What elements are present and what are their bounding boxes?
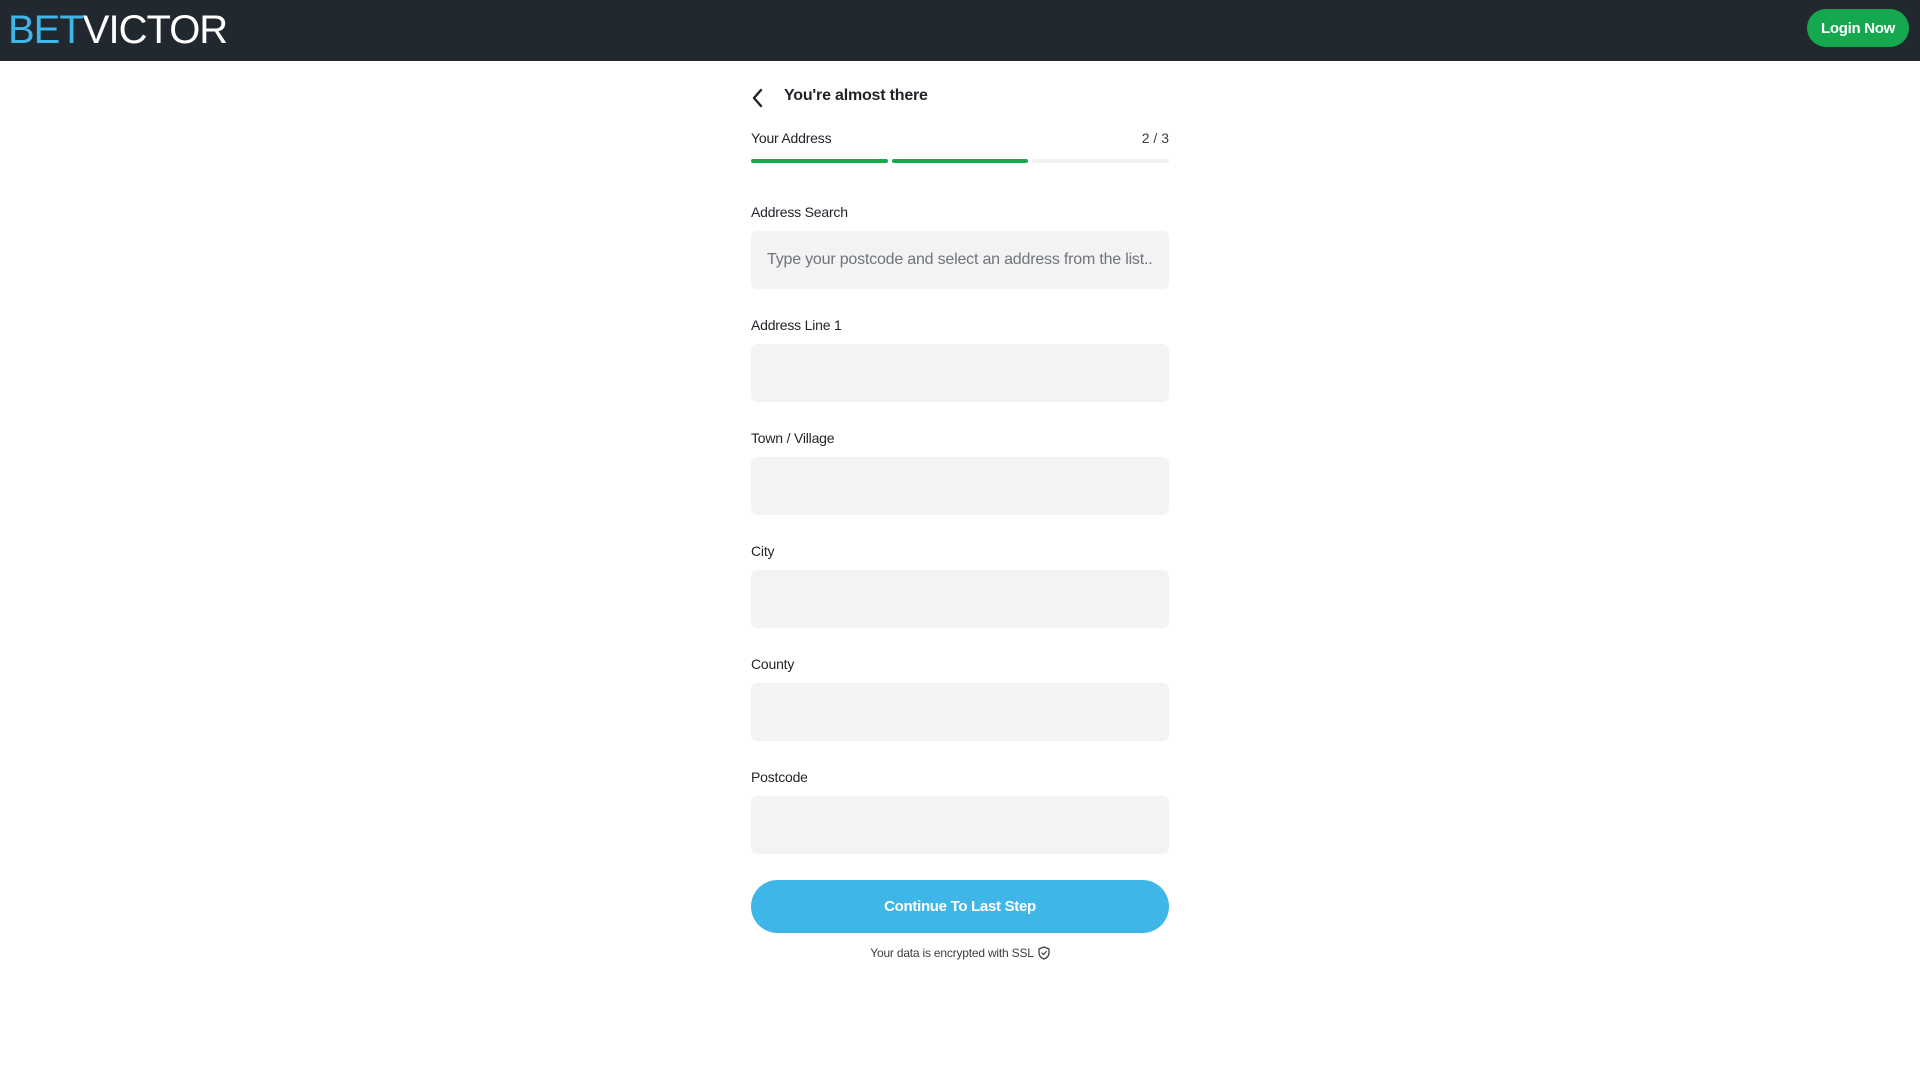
progress-bar <box>751 159 1170 163</box>
address-search-input[interactable] <box>751 231 1169 289</box>
county-label: County <box>751 656 795 672</box>
progress-segment <box>891 159 1029 163</box>
postcode-label: Postcode <box>751 769 808 785</box>
continue-button[interactable]: Continue To Last Step <box>751 880 1169 933</box>
progress-segment <box>1032 159 1170 163</box>
ssl-note: Your data is encrypted with SSL <box>751 946 1169 960</box>
city-input[interactable] <box>751 570 1169 628</box>
logo-victor-text: VICTOR <box>82 8 228 52</box>
logo-bet-text: BET <box>8 8 84 52</box>
address-line-1-input[interactable] <box>751 344 1169 402</box>
address-search-label: Address Search <box>751 204 848 220</box>
town-village-input[interactable] <box>751 457 1169 515</box>
postcode-field: Postcode <box>751 767 1169 854</box>
city-label: City <box>751 543 775 559</box>
address-line-1-field: Address Line 1 <box>751 315 1169 402</box>
step-indicator: Your Address 2 / 3 <box>751 130 1169 150</box>
city-field: City <box>751 541 1169 628</box>
back-button[interactable] <box>745 83 771 113</box>
betvictor-logo[interactable]: BETVICTOR <box>8 6 228 54</box>
postcode-input[interactable] <box>751 796 1169 854</box>
ssl-note-text: Your data is encrypted with SSL <box>870 946 1034 960</box>
county-input[interactable] <box>751 683 1169 741</box>
step-count: 2 / 3 <box>1141 130 1169 146</box>
progress-segment <box>751 159 888 163</box>
town-village-field: Town / Village <box>751 428 1169 515</box>
address-line-1-label: Address Line 1 <box>751 317 842 333</box>
town-village-label: Town / Village <box>751 430 835 446</box>
login-now-button[interactable]: Login Now <box>1807 9 1909 47</box>
shield-icon <box>1038 946 1050 960</box>
address-search-field: Address Search <box>751 202 1169 289</box>
chevron-left-icon <box>752 88 763 108</box>
page-title: You're almost there <box>784 87 928 104</box>
top-bar: BETVICTOR Login Now <box>0 0 1920 61</box>
step-label: Your Address <box>751 130 832 146</box>
county-field: County <box>751 654 1169 741</box>
form-header: You're almost there <box>751 83 1169 113</box>
